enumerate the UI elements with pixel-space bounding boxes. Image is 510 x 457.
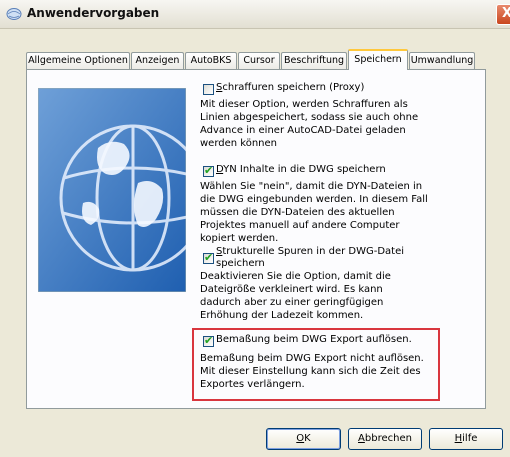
dialog-window: Anwendervorgaben X Allgemeine Optionen A… [0,0,510,457]
ok-button[interactable]: OK [266,428,341,450]
cancel-button[interactable]: Abbrechen [348,428,422,450]
title-bar[interactable]: Anwendervorgaben X [0,0,510,29]
strukturelle-spuren-label[interactable]: Strukturelle Spuren in der DWG-Datei spei… [216,246,404,268]
tab-speichern[interactable]: Speichern [348,49,408,70]
tab-beschriftung[interactable]: Beschriftung [281,52,347,69]
tab-anzeigen[interactable]: Anzeigen [131,52,184,69]
dyn-label[interactable]: DYN Inhalte in die DWG speichern [216,164,386,175]
schraffuren-label[interactable]: Schraffuren speichern (Proxy) [216,82,364,93]
tab-cursor[interactable]: Cursor [238,52,280,69]
schraffuren-description: Mit dieser Option, werden Schraffuren al… [200,99,419,149]
close-icon: X [501,6,510,21]
checkmark-icon: ✔ [204,164,214,177]
help-button[interactable]: Hilfe [429,428,503,450]
app-icon [6,8,22,20]
bemassung-label[interactable]: Bemaßung beim DWG Export auflösen. [216,334,412,345]
window-title: Anwendervorgaben [27,6,160,20]
globe-illustration [38,88,186,292]
bemassung-description: Bemaßung beim DWG Export nicht auflösen.… [200,353,424,390]
dyn-checkbox[interactable]: ✔ [203,164,214,177]
tab-umwandlung[interactable]: Umwandlung [409,52,475,69]
tab-autobks[interactable]: AutoBKS [185,52,237,69]
bemassung-checkbox[interactable]: ✔ [203,334,214,347]
strukturelle-spuren-checkbox[interactable]: ✔ [203,251,214,264]
checkmark-icon: ✔ [204,251,214,264]
checkmark-icon: ✔ [204,334,214,347]
schraffuren-checkbox[interactable] [203,84,214,95]
strukturelle-spuren-description: Deaktivieren Sie die Option, damit die D… [200,271,391,321]
dyn-description: Wählen Sie "nein", damit die DYN-Dateien… [200,181,428,244]
close-button[interactable]: X [496,4,510,25]
tab-allgemeine-optionen[interactable]: Allgemeine Optionen [26,52,130,69]
